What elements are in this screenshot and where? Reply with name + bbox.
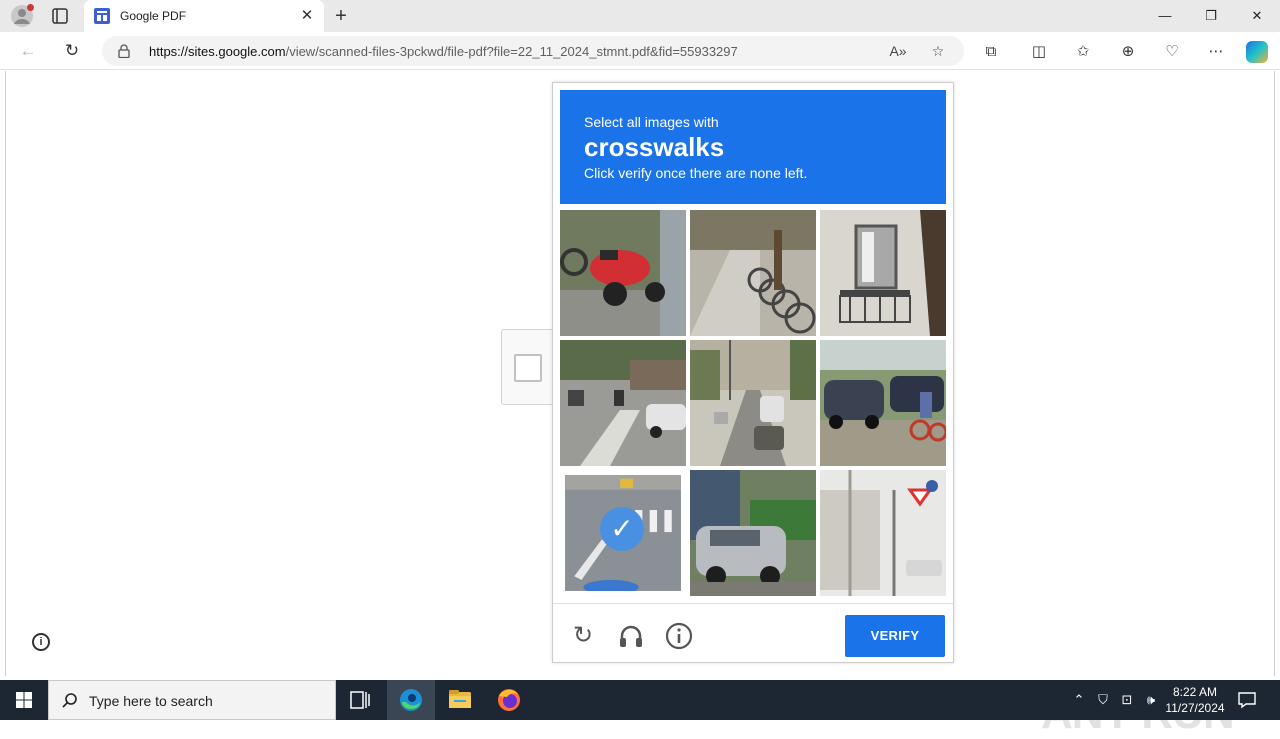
search-placeholder: Type here to search (89, 693, 213, 709)
browser-toolbar: ← ↻ https://sites.google.com/view/scanne… (0, 32, 1280, 70)
notifications-icon[interactable] (1234, 690, 1260, 710)
browser-tab-bar: Google PDF ✕ + — ❐ ✕ (0, 0, 1280, 32)
taskbar-clock[interactable]: 8:22 AM 11/27/2024 (1160, 684, 1230, 716)
task-view-icon[interactable] (336, 680, 384, 720)
more-menu-icon[interactable]: ⋯ (1205, 41, 1227, 63)
tab-actions-icon[interactable] (50, 6, 70, 26)
url-host: https://sites.google.com (149, 44, 286, 59)
file-explorer-icon[interactable] (436, 680, 484, 720)
captcha-header: Select all images with crosswalks Click … (560, 90, 946, 204)
refresh-icon[interactable]: ↻ (61, 40, 83, 62)
page-content: i Select all images with crosswalks Clic… (5, 71, 1275, 738)
google-sites-favicon-icon (94, 8, 110, 24)
tile-image (560, 210, 686, 336)
url-path: /view/scanned-files-3pckwd/file-pdf?file… (285, 44, 738, 59)
captcha-footer: ↻ VERIFY (553, 603, 953, 663)
captcha-tile-3[interactable] (820, 210, 946, 336)
close-tab-icon[interactable]: ✕ (298, 7, 316, 25)
captcha-tile-4[interactable] (560, 340, 686, 466)
taskbar-search-input[interactable]: Type here to search (48, 680, 336, 720)
captcha-keyword: crosswalks (584, 132, 725, 162)
tile-image (690, 470, 816, 596)
collections-icon[interactable]: ⊕ (1117, 41, 1139, 63)
captcha-instruction: Select all images with (584, 114, 719, 130)
security-tray-icon[interactable]: ⛉ (1094, 690, 1112, 710)
tab-title: Google PDF (120, 9, 187, 23)
tile-image (560, 340, 686, 466)
audio-icon[interactable] (617, 622, 645, 650)
extensions-icon[interactable]: ⧉ (980, 41, 1002, 63)
captcha-tile-7[interactable]: ✓ (560, 470, 686, 596)
windows-taskbar: Type here to search ⌃ ⛉ ⊡ 🕪 8:22 AM 11/2… (0, 680, 1280, 720)
favorites-icon[interactable]: ✩ (1072, 41, 1094, 63)
restore-icon[interactable]: ❐ (1196, 6, 1226, 26)
copilot-icon[interactable] (1246, 41, 1268, 63)
windows-start-icon[interactable] (0, 680, 48, 720)
tile-image (690, 210, 816, 336)
minimize-icon[interactable]: — (1150, 6, 1180, 26)
url-text[interactable]: https://sites.google.com/view/scanned-fi… (149, 44, 738, 59)
tab-google-pdf[interactable]: Google PDF ✕ (84, 0, 324, 32)
tile-image (690, 340, 816, 466)
split-screen-icon[interactable]: ◫ (1028, 41, 1050, 63)
tile-image (820, 210, 946, 336)
captcha-challenge: Select all images with crosswalks Click … (552, 82, 954, 663)
clock-date: 11/27/2024 (1165, 701, 1225, 715)
info-icon[interactable] (665, 622, 693, 650)
reload-icon[interactable]: ↻ (569, 622, 597, 650)
firefox-icon[interactable] (485, 680, 533, 720)
back-icon[interactable]: ← (17, 40, 39, 62)
read-aloud-icon[interactable]: A» (888, 41, 908, 61)
captcha-tile-1[interactable] (560, 210, 686, 336)
captcha-tile-8[interactable] (690, 470, 816, 596)
captcha-tile-6[interactable] (820, 340, 946, 466)
browser-essentials-icon[interactable]: ♡ (1161, 41, 1183, 63)
tile-image (820, 340, 946, 466)
show-hidden-icons-icon[interactable]: ⌃ (1070, 690, 1088, 710)
verify-button[interactable]: VERIFY (845, 615, 945, 657)
close-window-icon[interactable]: ✕ (1242, 6, 1272, 26)
search-icon (62, 693, 77, 708)
edge-browser-icon[interactable] (387, 680, 435, 720)
new-tab-icon[interactable]: + (330, 5, 352, 27)
address-bar[interactable]: https://sites.google.com/view/scanned-fi… (102, 36, 964, 66)
lock-icon[interactable] (118, 44, 130, 58)
clock-time: 8:22 AM (1172, 685, 1218, 699)
profile-notification-dot (27, 4, 34, 11)
captcha-subinstruction: Click verify once there are none left. (584, 165, 808, 181)
page-info-icon[interactable]: i (32, 633, 50, 651)
captcha-tile-9[interactable] (820, 470, 946, 596)
captcha-tile-5[interactable] (690, 340, 816, 466)
volume-icon[interactable]: 🕪 (1142, 690, 1160, 710)
tile-selected-check-icon: ✓ (600, 507, 644, 551)
network-icon[interactable]: ⊡ (1118, 690, 1136, 710)
tile-image (820, 470, 946, 596)
favorite-star-icon[interactable]: ☆ (928, 41, 948, 61)
captcha-tile-2[interactable] (690, 210, 816, 336)
recaptcha-checkbox[interactable] (514, 354, 542, 382)
